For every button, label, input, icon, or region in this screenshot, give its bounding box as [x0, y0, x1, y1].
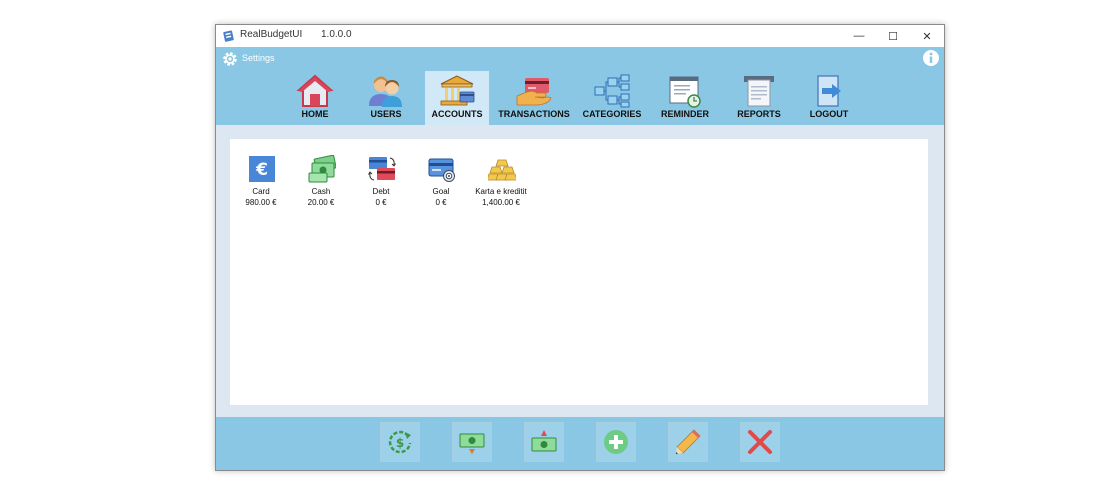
nav-label: CATEGORIES [582, 109, 642, 119]
printer-icon [744, 76, 774, 107]
accounts-panel: € Card 980.00 € Cash 20.00 € Debt 0 € Go… [230, 139, 928, 405]
nav-label: REMINDER [660, 109, 709, 119]
nav-home[interactable]: HOME [283, 71, 347, 125]
title-bar: RealBudgetUI 1.0.0.0 — ☐ ✕ [216, 25, 944, 47]
nav-categories[interactable]: CATEGORIES [580, 71, 644, 125]
main-nav: HOME USERS ACCOUNTS TRANSACTIONS CATEGOR… [216, 71, 944, 125]
account-balance: 1,400.00 € [482, 198, 520, 207]
debt-icon [368, 157, 396, 181]
account-item[interactable]: Karta e kreditit 1,400.00 € [471, 155, 531, 215]
income-button[interactable] [524, 422, 564, 462]
content-frame: € Card 980.00 € Cash 20.00 € Debt 0 € Go… [216, 125, 944, 417]
account-name: Karta e kreditit [475, 187, 527, 196]
minimize-button[interactable]: — [842, 25, 876, 47]
cash-icon [308, 155, 336, 183]
maximize-button[interactable]: ☐ [876, 25, 910, 47]
settings-link[interactable]: Settings [242, 53, 275, 63]
goal-icon [428, 158, 455, 182]
logout-icon [817, 75, 841, 107]
add-icon [604, 430, 628, 454]
nav-users[interactable]: USERS [354, 71, 418, 125]
add-account-button[interactable] [596, 422, 636, 462]
home-icon [296, 74, 334, 107]
users-icon [369, 76, 402, 107]
nav-transactions[interactable]: TRANSACTIONS [498, 71, 570, 125]
svg-text:$: $ [396, 436, 404, 450]
refresh-dollar-icon: $ [388, 430, 412, 454]
app-icon [223, 30, 234, 42]
window-version: 1.0.0.0 [321, 29, 352, 40]
edit-account-button[interactable] [668, 422, 708, 462]
nav-label: TRANSACTIONS [498, 109, 570, 119]
cash-up-icon [531, 430, 557, 452]
nav-reports[interactable]: REPORTS [727, 71, 791, 125]
close-window-button[interactable]: ✕ [910, 25, 944, 47]
euro-icon: € [249, 156, 275, 182]
delete-account-button[interactable] [740, 422, 780, 462]
pencil-icon [676, 429, 701, 454]
bank-icon [440, 75, 475, 106]
nav-accounts[interactable]: ACCOUNTS [425, 71, 489, 125]
nav-label: LOGOUT [809, 109, 849, 119]
gold-bars-icon [488, 159, 516, 181]
action-bar: $ [216, 417, 944, 470]
window-title: RealBudgetUI [240, 29, 303, 40]
gear-icon[interactable] [221, 50, 239, 68]
nav-reminder[interactable]: REMINDER [653, 71, 717, 125]
card-hand-icon [516, 78, 552, 106]
settings-bar: Settings [216, 47, 944, 71]
svg-text:€: € [255, 160, 268, 180]
nav-logout[interactable]: LOGOUT [797, 71, 861, 125]
expense-button[interactable] [452, 422, 492, 462]
recurring-transaction-button[interactable]: $ [380, 422, 420, 462]
cash-down-icon [459, 433, 485, 454]
delete-icon [748, 430, 772, 454]
clock-doc-icon [669, 76, 701, 108]
nav-label: ACCOUNTS [431, 109, 483, 119]
hierarchy-icon [594, 74, 630, 108]
info-icon[interactable] [922, 49, 940, 67]
app-window: RealBudgetUI 1.0.0.0 — ☐ ✕ Settings HOME [215, 24, 945, 471]
